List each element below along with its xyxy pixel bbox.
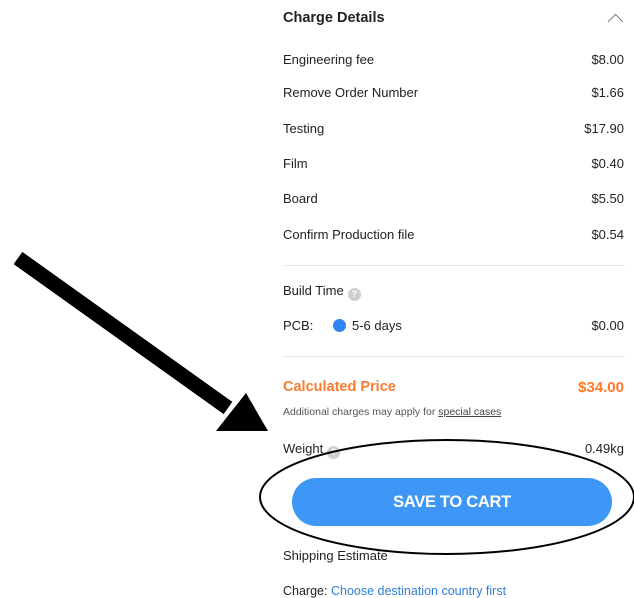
- pcb-days: 5-6 days: [352, 318, 402, 333]
- build-time-text: Build Time: [283, 283, 344, 298]
- charge-row-remove-order-number: Remove Order Number $1.66: [283, 85, 625, 105]
- shipping-charge-row: Charge: Choose destination country first: [283, 584, 506, 598]
- chevron-up-icon[interactable]: [607, 13, 624, 30]
- charge-value: $5.50: [591, 191, 624, 206]
- note-text: Additional charges may apply for: [283, 406, 439, 418]
- charge-details-header[interactable]: Charge Details: [283, 8, 625, 32]
- help-icon[interactable]: ?: [327, 446, 341, 459]
- charge-value: $0.40: [591, 156, 624, 171]
- additional-charges-note: Additional charges may apply for special…: [283, 406, 501, 418]
- shipping-estimate-label: Shipping Estimate: [283, 548, 388, 563]
- divider: [283, 356, 625, 357]
- charge-details-title: Charge Details: [283, 10, 385, 26]
- weight-value: 0.49kg: [584, 441, 624, 456]
- charge-row-testing: Testing $17.90: [283, 121, 625, 141]
- charge-row-film: Film $0.40: [283, 156, 625, 176]
- weight-label: Weight?: [283, 441, 341, 459]
- help-icon[interactable]: ?: [347, 288, 361, 301]
- save-to-cart-button[interactable]: SAVE TO CART: [292, 478, 612, 526]
- charge-label: Engineering fee: [283, 52, 375, 67]
- charge-row-board: Board $5.50: [283, 191, 625, 211]
- build-time-label: Build Time?: [283, 283, 361, 301]
- choose-country-link[interactable]: Choose destination country first: [331, 584, 506, 598]
- weight-text: Weight: [283, 441, 324, 456]
- pcb-label: PCB:: [283, 318, 314, 333]
- charge-value: $0.54: [591, 227, 624, 242]
- charge-label: Film: [283, 156, 308, 171]
- charge-row-confirm-production-file: Confirm Production file $0.54: [283, 227, 625, 247]
- charge-value: $1.66: [591, 85, 624, 100]
- charge-row-engineering: Engineering fee $8.00: [283, 52, 625, 72]
- radio-selected-icon[interactable]: [333, 319, 346, 332]
- charge-label: Confirm Production file: [283, 227, 415, 242]
- charge-label: Remove Order Number: [283, 85, 419, 100]
- charge-label: Testing: [283, 121, 325, 136]
- special-cases-link[interactable]: special cases: [438, 406, 501, 418]
- annotation-arrow-shaft: [13, 251, 233, 415]
- divider: [283, 265, 625, 266]
- pcb-price: $0.00: [591, 318, 624, 333]
- charge-value: $8.00: [591, 52, 624, 67]
- charge-value: $17.90: [584, 121, 624, 136]
- calculated-price-value: $34.00: [578, 379, 624, 396]
- calculated-price-label: Calculated Price: [283, 379, 396, 395]
- annotation-arrow-head: [216, 393, 268, 431]
- shipping-charge-label: Charge:: [283, 584, 328, 598]
- charge-label: Board: [283, 191, 318, 206]
